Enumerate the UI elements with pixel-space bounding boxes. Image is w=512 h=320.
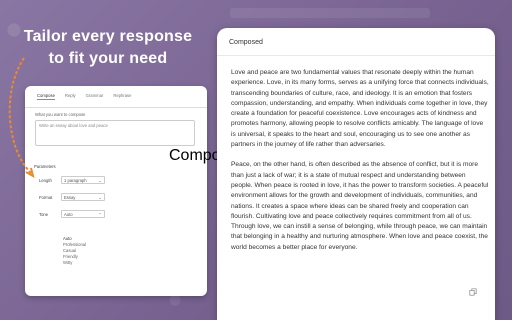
param-tone-value: Auto — [64, 211, 73, 217]
param-tone-key: Tone — [39, 211, 49, 217]
promo-headline: Tailor every response to fit your need — [8, 26, 208, 70]
compose-window-preview: Compose Reply Grammar Rephrase What you … — [25, 86, 207, 296]
param-format-select[interactable]: Essay ⌄ — [61, 193, 105, 201]
param-length-key: Length — [39, 177, 52, 183]
chevron-up-icon: ⌃ — [98, 211, 102, 217]
param-tone-select[interactable]: Auto ⌃ — [61, 210, 105, 218]
tab-grammar[interactable]: Grammar — [86, 93, 104, 100]
param-length-row: Length 1 paragraph ⌄ — [39, 176, 105, 184]
param-format-value: Essay — [64, 194, 76, 200]
tone-options-list: Auto Professional Casual Friendly Witty — [63, 236, 107, 266]
tab-rephrase[interactable]: Rephrase — [113, 93, 131, 100]
chevron-down-icon: ⌄ — [98, 177, 102, 183]
param-format-row: Format Essay ⌄ — [39, 193, 105, 201]
compose-question-label: What you want to compose — [35, 112, 86, 117]
headline-line-2: to fit your need — [48, 50, 168, 67]
compose-question-input[interactable]: Write an essay about love and peace — [35, 120, 195, 146]
tab-compose[interactable]: Compose — [37, 93, 55, 100]
param-length-value: 1 paragraph — [64, 177, 87, 183]
param-length-select[interactable]: 1 paragraph ⌄ — [61, 176, 105, 184]
composed-text[interactable]: Love and peace are two fundamental value… — [231, 68, 489, 263]
mini-tab-bar: Compose Reply Grammar Rephrase — [25, 86, 207, 100]
headline-line-1: Tailor every response — [23, 28, 193, 45]
tone-option[interactable]: Witty — [63, 260, 107, 266]
param-format-key: Format — [39, 194, 53, 200]
composed-paragraph: Love and peace are two fundamental value… — [231, 69, 489, 149]
composed-result-panel: Composed Love and peace are two fundamen… — [217, 28, 495, 320]
chevron-down-icon: ⌄ — [98, 194, 102, 200]
tab-reply[interactable]: Reply — [65, 93, 76, 100]
copy-icon[interactable] — [469, 288, 477, 296]
panel-title: Composed — [217, 28, 495, 56]
parameters-label: Parameters — [34, 164, 56, 169]
composed-paragraph: Peace, on the other hand, is often descr… — [231, 161, 489, 251]
background-window-strip — [230, 8, 430, 18]
param-tone-row: Tone Auto ⌃ — [39, 210, 105, 218]
tab-divider — [25, 107, 207, 108]
